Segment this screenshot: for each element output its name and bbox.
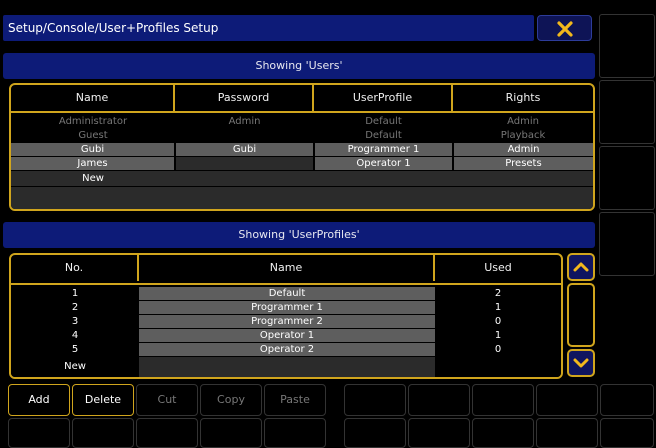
user-password[interactable]: Gubi bbox=[176, 143, 313, 156]
window-title: Setup/Console/User+Profiles Setup bbox=[8, 21, 219, 35]
add-button[interactable]: Add bbox=[8, 384, 70, 416]
table-row[interactable]: 5 Operator 2 0 bbox=[11, 343, 561, 356]
scroll-down-button[interactable] bbox=[567, 349, 595, 377]
user-name[interactable]: Guest bbox=[11, 129, 175, 142]
new-profile-row[interactable]: New bbox=[11, 357, 561, 377]
user-profile[interactable]: Operator 1 bbox=[315, 157, 452, 170]
table-row[interactable]: 1 Default 2 bbox=[11, 287, 561, 300]
delete-button[interactable]: Delete bbox=[72, 384, 134, 416]
users-col-rights[interactable]: Rights bbox=[453, 85, 593, 111]
toolbar-empty-slot[interactable] bbox=[472, 384, 534, 416]
user-rights[interactable]: Presets bbox=[454, 157, 593, 170]
profile-used[interactable]: 2 bbox=[435, 287, 561, 300]
profiles-section-header: Showing 'UserProfiles' bbox=[3, 222, 595, 248]
table-row[interactable]: James Operator 1 Presets bbox=[11, 157, 593, 170]
side-cell-1[interactable] bbox=[599, 14, 655, 78]
new-user-row[interactable]: New bbox=[11, 171, 593, 186]
profile-no[interactable]: 2 bbox=[11, 301, 139, 314]
profiles-col-name[interactable]: Name bbox=[139, 255, 435, 281]
users-table: Name Password UserProfile Rights Adminis… bbox=[9, 83, 595, 211]
toolbar-empty-slot[interactable] bbox=[600, 384, 654, 416]
users-col-name[interactable]: Name bbox=[11, 85, 175, 111]
close-button[interactable] bbox=[537, 15, 592, 41]
table-row[interactable]: Guest Default Playback bbox=[11, 129, 593, 142]
user-name[interactable]: Gubi bbox=[11, 143, 174, 156]
new-profile-used-cell bbox=[435, 357, 561, 377]
profiles-col-no[interactable]: No. bbox=[11, 255, 139, 281]
bottom-empty-slot[interactable] bbox=[264, 418, 326, 448]
profile-name[interactable]: Default bbox=[139, 287, 435, 300]
profile-used[interactable]: 0 bbox=[435, 315, 561, 328]
chevron-up-icon bbox=[573, 262, 589, 272]
side-cell-3[interactable] bbox=[599, 146, 655, 210]
new-profile-name-cell bbox=[139, 357, 435, 377]
new-user-label[interactable]: New bbox=[11, 171, 175, 186]
profiles-table: No. Name Used 1 Default 2 2 Programmer 1… bbox=[9, 253, 563, 379]
copy-button[interactable]: Copy bbox=[200, 384, 262, 416]
toolbar-empty-slot[interactable] bbox=[536, 384, 598, 416]
profile-name[interactable]: Programmer 1 bbox=[139, 301, 435, 314]
users-col-userprofile[interactable]: UserProfile bbox=[314, 85, 453, 111]
user-password[interactable]: Admin bbox=[175, 115, 314, 128]
profile-name[interactable]: Operator 1 bbox=[139, 329, 435, 342]
bottom-empty-slot[interactable] bbox=[8, 418, 70, 448]
profile-name[interactable]: Programmer 2 bbox=[139, 315, 435, 328]
empty-row bbox=[11, 187, 593, 209]
side-cell-2[interactable] bbox=[599, 80, 655, 144]
profile-used[interactable]: 1 bbox=[435, 329, 561, 342]
profiles-col-used[interactable]: Used bbox=[435, 255, 561, 281]
table-row[interactable]: 4 Operator 1 1 bbox=[11, 329, 561, 342]
table-row[interactable]: Administrator Admin Default Admin bbox=[11, 115, 593, 128]
profile-no[interactable]: 4 bbox=[11, 329, 139, 342]
user-password[interactable] bbox=[176, 157, 313, 170]
bottom-empty-slot[interactable] bbox=[472, 418, 534, 448]
profile-name[interactable]: Operator 2 bbox=[139, 343, 435, 356]
bottom-empty-slot[interactable] bbox=[600, 418, 654, 448]
bottom-empty-slot[interactable] bbox=[72, 418, 134, 448]
user-name[interactable]: James bbox=[11, 157, 174, 170]
chevron-down-icon bbox=[573, 358, 589, 368]
side-cell-4[interactable] bbox=[599, 212, 655, 276]
new-profile-label[interactable]: New bbox=[11, 357, 139, 377]
toolbar-empty-slot[interactable] bbox=[408, 384, 470, 416]
cut-button[interactable]: Cut bbox=[136, 384, 198, 416]
user-rights[interactable]: Playback bbox=[453, 129, 593, 142]
user-rights[interactable]: Admin bbox=[453, 115, 593, 128]
close-x-icon bbox=[557, 21, 573, 37]
user-profile[interactable]: Default bbox=[314, 129, 453, 142]
table-row[interactable]: 2 Programmer 1 1 bbox=[11, 301, 561, 314]
users-col-password[interactable]: Password bbox=[175, 85, 314, 111]
scroll-track[interactable] bbox=[567, 283, 595, 347]
bottom-empty-slot[interactable] bbox=[536, 418, 598, 448]
users-section-header: Showing 'Users' bbox=[3, 53, 595, 79]
profile-used[interactable]: 0 bbox=[435, 343, 561, 356]
user-profile[interactable]: Default bbox=[314, 115, 453, 128]
toolbar-empty-slot[interactable] bbox=[344, 384, 406, 416]
profile-used[interactable]: 1 bbox=[435, 301, 561, 314]
profile-no[interactable]: 3 bbox=[11, 315, 139, 328]
profile-no[interactable]: 1 bbox=[11, 287, 139, 300]
user-profile[interactable]: Programmer 1 bbox=[315, 143, 452, 156]
paste-button[interactable]: Paste bbox=[264, 384, 326, 416]
table-row[interactable]: 3 Programmer 2 0 bbox=[11, 315, 561, 328]
profile-no[interactable]: 5 bbox=[11, 343, 139, 356]
scroll-up-button[interactable] bbox=[567, 253, 595, 281]
bottom-empty-slot[interactable] bbox=[408, 418, 470, 448]
table-row[interactable]: Gubi Gubi Programmer 1 Admin bbox=[11, 143, 593, 156]
bottom-empty-slot[interactable] bbox=[136, 418, 198, 448]
bottom-empty-slot[interactable] bbox=[200, 418, 262, 448]
user-password[interactable] bbox=[175, 129, 314, 142]
bottom-empty-slot[interactable] bbox=[344, 418, 406, 448]
user-rights[interactable]: Admin bbox=[454, 143, 593, 156]
user-name[interactable]: Administrator bbox=[11, 115, 175, 128]
